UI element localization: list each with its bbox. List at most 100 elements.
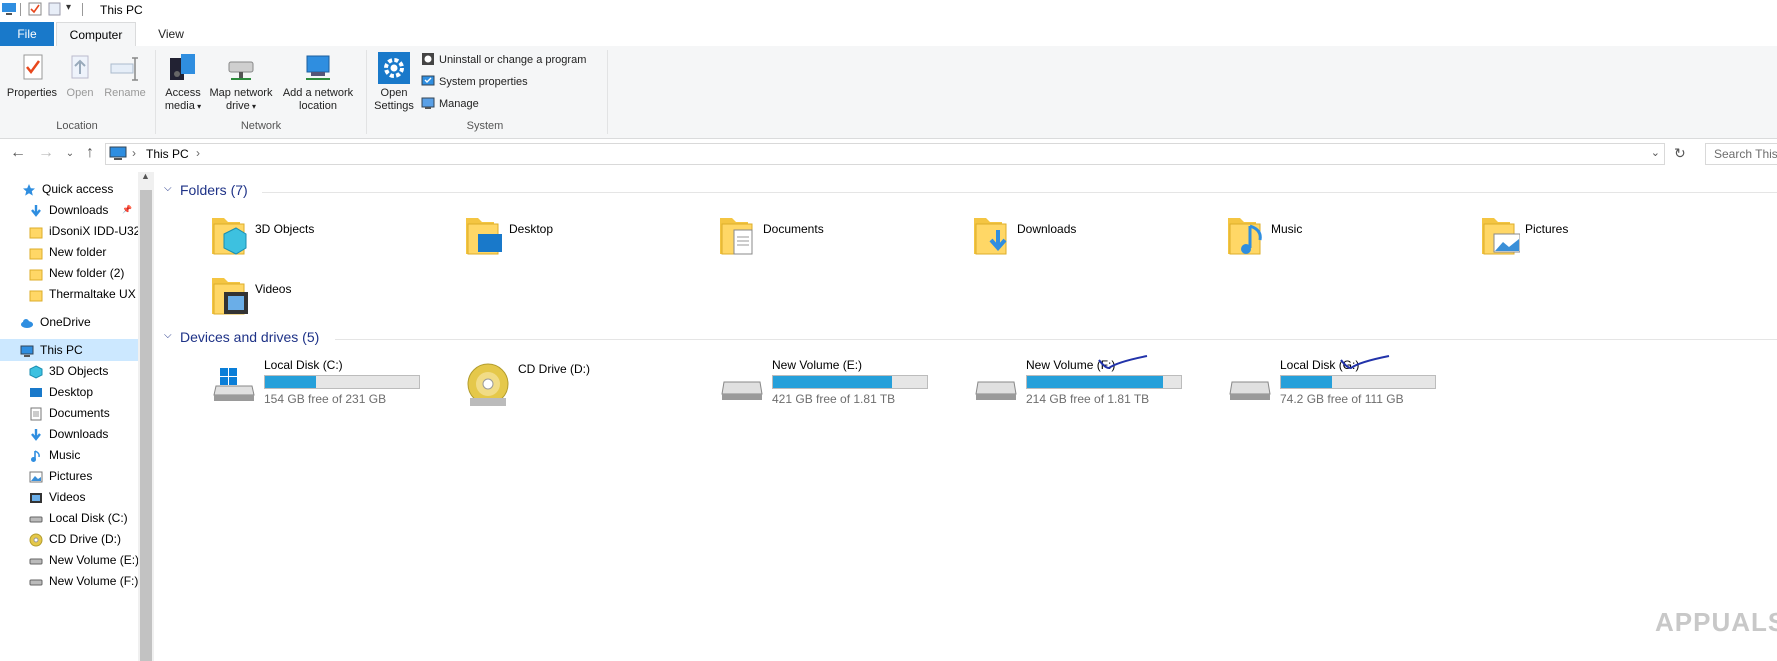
group-label-system: System xyxy=(466,120,504,132)
new-folder-icon[interactable] xyxy=(48,2,62,16)
nav-item[interactable]: New Volume (F:) xyxy=(0,570,138,592)
nav-item[interactable]: iDsoniX IDD-U32 xyxy=(0,220,138,242)
nav-item-label: Downloads xyxy=(49,427,109,441)
nav-item[interactable]: New Volume (E:) xyxy=(0,549,138,571)
nav-item-label: Quick access xyxy=(42,182,114,196)
manage-icon xyxy=(421,97,435,110)
map-network-drive-button[interactable]: Map network drive ▾ xyxy=(206,48,276,113)
nav-item[interactable]: Videos xyxy=(0,486,138,508)
star-icon xyxy=(22,182,36,196)
nav-item[interactable]: OneDrive xyxy=(0,311,138,333)
search-input[interactable]: Search This xyxy=(1705,143,1777,165)
folder-item[interactable]: Videos xyxy=(210,272,430,322)
nav-item[interactable]: Music xyxy=(0,444,138,466)
nav-item[interactable]: CD Drive (D:) xyxy=(0,528,138,550)
nav-item[interactable]: Downloads 📌 xyxy=(0,199,138,221)
computer-icon xyxy=(2,3,16,15)
folder-item[interactable]: Documents xyxy=(718,212,938,262)
collapse-chevron-icon[interactable]: ⌵ xyxy=(164,183,172,194)
folder-name: Pictures xyxy=(1525,222,1569,236)
cd-icon xyxy=(29,532,43,547)
breadcrumb-this-pc[interactable]: This PC xyxy=(146,147,189,161)
nav-item-label: New Volume (F:) xyxy=(49,574,138,588)
cd-icon xyxy=(467,363,509,406)
nav-item[interactable]: Quick access xyxy=(0,178,138,200)
folder-item[interactable]: Downloads xyxy=(972,212,1192,262)
folder-icon xyxy=(29,287,43,302)
back-arrow-icon[interactable]: ← xyxy=(8,144,28,162)
drive-free-space: 421 GB free of 1.81 TB xyxy=(772,392,896,406)
folders-section-title[interactable]: Folders (7) xyxy=(180,182,248,198)
system-properties-button[interactable]: System properties xyxy=(421,73,528,91)
folder-item[interactable]: 3D Objects xyxy=(210,212,430,262)
nav-item[interactable]: Desktop xyxy=(0,381,138,403)
capacity-bar xyxy=(1280,375,1436,389)
nav-item[interactable]: New folder xyxy=(0,241,138,263)
nav-item[interactable]: Documents xyxy=(0,402,138,424)
check-mark-annotation xyxy=(1340,355,1390,370)
breadcrumb-separator: › xyxy=(196,146,200,160)
nav-item[interactable]: Thermaltake UX xyxy=(0,283,138,305)
nav-item[interactable]: This PC xyxy=(0,339,138,361)
folder-item[interactable]: Music xyxy=(1226,212,1446,262)
open-settings-button[interactable]: Open Settings xyxy=(370,48,418,113)
nav-item-label: New folder xyxy=(49,245,107,259)
folder-item[interactable]: Desktop xyxy=(464,212,684,262)
drive-item[interactable]: CD Drive (D:) xyxy=(466,362,706,412)
recent-locations-icon[interactable]: ⌄ xyxy=(60,148,80,159)
scroll-up-icon[interactable]: ▲ xyxy=(141,171,150,181)
network-drive-icon xyxy=(228,61,254,80)
nav-item[interactable]: Local Disk (C:) xyxy=(0,507,138,529)
folder-icon xyxy=(212,278,248,315)
drive-icon xyxy=(721,381,763,400)
open-button[interactable]: Open xyxy=(60,48,100,100)
drive-item[interactable]: Local Disk (C:) 154 GB free of 231 GB xyxy=(212,358,452,408)
folder-icon xyxy=(1228,218,1262,255)
folder-item[interactable]: Pictures xyxy=(1480,212,1700,262)
rename-button[interactable]: Rename xyxy=(100,48,150,100)
breadcrumb-separator: › xyxy=(132,146,136,160)
tab-file[interactable]: File xyxy=(0,22,54,46)
drive-item[interactable]: New Volume (E:) 421 GB free of 1.81 TB xyxy=(720,358,960,408)
drives-section-title[interactable]: Devices and drives (5) xyxy=(180,329,319,345)
access-media-button[interactable]: Access media ▾ xyxy=(160,48,206,113)
nav-item-label: Videos xyxy=(49,490,86,504)
folder-name: Videos xyxy=(255,282,292,296)
nav-item[interactable]: New folder (2) xyxy=(0,262,138,284)
open-label: Open xyxy=(66,87,94,99)
manage-button[interactable]: Manage xyxy=(421,95,479,113)
nav-item-label: Pictures xyxy=(49,469,93,483)
nav-item-label: OneDrive xyxy=(40,315,91,329)
drive-item[interactable]: New Volume (F:) 214 GB free of 1.81 TB xyxy=(974,355,1214,408)
uninstall-program-button[interactable]: Uninstall or change a program xyxy=(421,51,586,69)
folder-name: Music xyxy=(1271,222,1303,236)
capacity-bar xyxy=(264,375,420,389)
refresh-icon[interactable]: ↻ xyxy=(1674,145,1686,162)
capacity-bar xyxy=(1026,375,1182,389)
properties-label: Properties xyxy=(6,87,58,99)
properties-button[interactable]: Properties xyxy=(4,48,60,100)
nav-item[interactable]: Downloads xyxy=(0,423,138,445)
forward-arrow-icon[interactable]: → xyxy=(36,144,56,162)
nav-item[interactable]: Pictures xyxy=(0,465,138,487)
up-arrow-icon[interactable]: ↑ xyxy=(80,144,100,162)
drive-free-space: 74.2 GB free of 111 GB xyxy=(1280,392,1404,406)
nav-item-label: This PC xyxy=(40,343,83,357)
nav-item-label: CD Drive (D:) xyxy=(49,532,121,546)
check-mark-annotation xyxy=(1098,355,1148,370)
chevron-down-icon[interactable]: ⌄ xyxy=(1651,146,1660,159)
chevron-down-icon[interactable]: ▾ xyxy=(66,2,71,13)
manage-label: Manage xyxy=(439,98,479,110)
collapse-chevron-icon[interactable]: ⌵ xyxy=(164,330,172,341)
map-drive-label-1: Map network xyxy=(209,87,273,99)
drive-item[interactable]: Local Disk (G:) 74.2 GB free of 111 GB xyxy=(1228,355,1468,408)
scrollbar-thumb[interactable] xyxy=(140,190,152,661)
tab-computer[interactable]: Computer xyxy=(56,22,136,48)
add-network-location-button[interactable]: Add a network location xyxy=(276,48,360,113)
window-title: This PC xyxy=(100,3,143,17)
capacity-bar xyxy=(772,375,928,389)
nav-item[interactable]: 3D Objects xyxy=(0,360,138,382)
properties-icon[interactable] xyxy=(28,2,42,16)
tab-view[interactable]: View xyxy=(146,22,196,46)
address-bar[interactable]: › This PC › ⌄ xyxy=(105,143,1665,165)
